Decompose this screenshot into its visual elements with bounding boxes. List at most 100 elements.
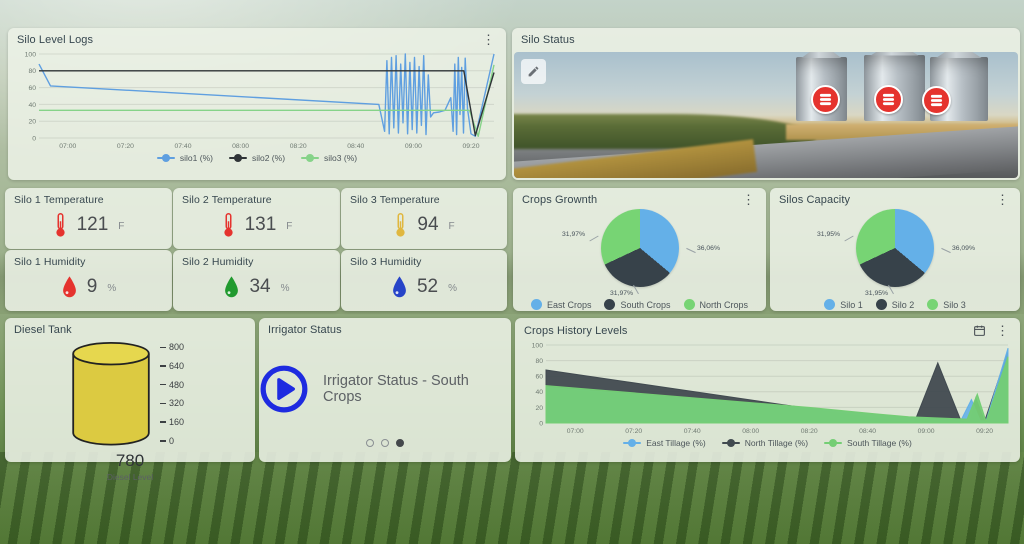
legend-swatch [927, 299, 939, 310]
svg-text:09:20: 09:20 [976, 428, 993, 435]
legend-label: Silo 3 [943, 299, 966, 310]
chart-legend: East Tillage (%) North Tillage (%) South… [515, 438, 1020, 449]
silo-level-logs-chart[interactable]: 0 20 40 60 80 100 07:00 07:20 07:40 08:00 08:20 08:… [8, 47, 506, 151]
legend-label: silo2 (%) [251, 153, 286, 163]
scale-tick: 160 [160, 417, 184, 427]
panel-title: Silo Level Logs [17, 34, 94, 46]
svg-text:09:20: 09:20 [462, 143, 479, 150]
legend-swatch [824, 299, 836, 310]
legend-label: Silo 2 [891, 299, 915, 310]
svg-text:08:40: 08:40 [859, 428, 876, 435]
pie-leader-line [844, 235, 854, 242]
panel-silo-level-logs: Silo Level Logs ⋮ 0 20 40 60 80 100 07:00 07:20… [8, 28, 506, 180]
crops-growth-pie[interactable] [600, 209, 679, 287]
silo2-database-badge[interactable] [874, 84, 904, 114]
legend-item-north-tillage[interactable]: North Tillage (%) [721, 438, 809, 449]
legend-swatch [604, 299, 616, 310]
edit-button[interactable] [521, 59, 546, 84]
panel-header: Silos Capacity ⋮ [770, 188, 1020, 207]
panel-title: Silo Status [521, 34, 575, 46]
panel-title: Diesel Tank [14, 324, 72, 336]
legend-item-silo1[interactable]: silo1 (%) [156, 153, 213, 164]
thermometer-icon [221, 212, 236, 238]
kebab-menu-icon[interactable]: ⋮ [480, 33, 497, 46]
svg-text:07:20: 07:20 [625, 428, 642, 435]
carousel-dot-1[interactable] [366, 439, 374, 447]
legend-item-south-crops[interactable]: South Crops [604, 299, 671, 310]
carousel-dot-3-active[interactable] [396, 439, 404, 447]
scale-tick: 320 [160, 398, 184, 408]
svg-text:80: 80 [535, 358, 543, 365]
svg-text:20: 20 [28, 119, 36, 126]
legend-item-east-crops[interactable]: East Crops [530, 299, 591, 310]
panel-title: Silo 2 Humidity [182, 256, 254, 268]
legend-item-south-tillage[interactable]: South Tillage (%) [824, 438, 912, 449]
panel-silo2-temperature: Silo 2 Temperature 131 F [173, 188, 340, 249]
kebab-menu-icon[interactable]: ⋮ [740, 193, 757, 206]
legend-label: North Tillage (%) [744, 438, 809, 448]
legend-item-silo1[interactable]: Silo 1 [824, 299, 863, 310]
legend-marker [721, 438, 740, 449]
pie-chart-wrap: 31,97% 36,06% 31,97% [513, 209, 766, 297]
legend-item-silo2[interactable]: silo2 (%) [228, 153, 286, 164]
scale-tick: 640 [160, 361, 184, 371]
temperature-value: 131 [244, 214, 277, 235]
crops-history-chart[interactable]: 0 20 40 60 80 100 07:00 07:20 07:40 08:00 08:20 08:… [515, 338, 1020, 436]
panel-header: Silo Level Logs ⋮ [8, 28, 506, 47]
legend-item-north-crops[interactable]: North Crops [683, 299, 748, 310]
panel-title: Crops History Levels [524, 324, 628, 337]
kebab-menu-icon[interactable]: ⋮ [994, 193, 1011, 206]
tank-cylinder [72, 342, 150, 446]
svg-text:08:00: 08:00 [232, 143, 249, 150]
silo1-database-badge[interactable] [811, 84, 841, 114]
scale-tick: 480 [160, 380, 184, 390]
svg-text:60: 60 [535, 374, 543, 381]
carousel-dots [259, 439, 511, 447]
svg-text:09:00: 09:00 [405, 143, 422, 150]
panel-silo-status: Silo Status [512, 28, 1020, 180]
panel-title: Silo 3 Humidity [350, 256, 422, 268]
irrigator-message: Irrigator Status - South Crops [323, 373, 469, 405]
pie-label-silo2: 31,95% [865, 290, 889, 297]
calendar-icon[interactable] [973, 324, 986, 337]
panel-crops-history: Crops History Levels ⋮ 0 20 40 60 80 100 07:00… [515, 318, 1020, 462]
svg-text:0: 0 [32, 135, 36, 142]
pencil-icon [528, 66, 539, 77]
pie-leader-line [941, 247, 951, 254]
temperature-value: 121 [76, 214, 109, 235]
legend-item-silo3[interactable]: silo3 (%) [301, 153, 357, 164]
legend-label: East Tillage (%) [646, 438, 706, 448]
diesel-value: 780 [115, 451, 145, 470]
panel-silo3-humidity: Silo 3 Humidity 52 % [341, 250, 507, 311]
panel-silo1-humidity: Silo 1 Humidity 9 % [5, 250, 172, 311]
svg-text:60: 60 [28, 85, 36, 92]
pie-label-silo1: 36,09% [951, 245, 975, 252]
database-icon [820, 93, 832, 105]
svg-text:0: 0 [539, 420, 543, 427]
panel-title: Silo 1 Humidity [14, 256, 86, 268]
pie-chart-wrap: 31,95% 36,09% 31,95% [770, 209, 1020, 297]
legend-marker [623, 438, 642, 449]
legend-item-silo2[interactable]: Silo 2 [875, 299, 915, 310]
play-button-icon[interactable] [259, 364, 309, 414]
pie-legend: East Crops South Crops North Crops [513, 299, 766, 310]
silos-capacity-pie[interactable] [856, 209, 934, 287]
legend-item-silo3[interactable]: Silo 3 [927, 299, 966, 310]
humidity-value: 34 [249, 276, 271, 297]
legend-label: Silo 1 [840, 299, 863, 310]
kebab-menu-icon[interactable]: ⋮ [994, 324, 1011, 337]
pie-leader-line [589, 235, 599, 242]
temperature-value: 94 [417, 214, 439, 235]
humidity-value: 9 [86, 276, 98, 297]
carousel-dot-2[interactable] [381, 439, 389, 447]
legend-item-east-tillage[interactable]: East Tillage (%) [623, 438, 706, 449]
panel-irrigator-status: Irrigator Status Irrigator Status - Sout… [259, 318, 511, 462]
temperature-unit: F [118, 220, 125, 232]
chart-legend: silo1 (%) silo2 (%) silo3 (%) [8, 153, 506, 164]
legend-marker [156, 153, 175, 164]
panel-title: Silo 2 Temperature [182, 194, 272, 206]
database-icon [883, 93, 895, 105]
silo-farm-photo [514, 52, 1018, 178]
legend-marker [301, 153, 320, 164]
panel-silo2-humidity: Silo 2 Humidity 34 % [173, 250, 340, 311]
